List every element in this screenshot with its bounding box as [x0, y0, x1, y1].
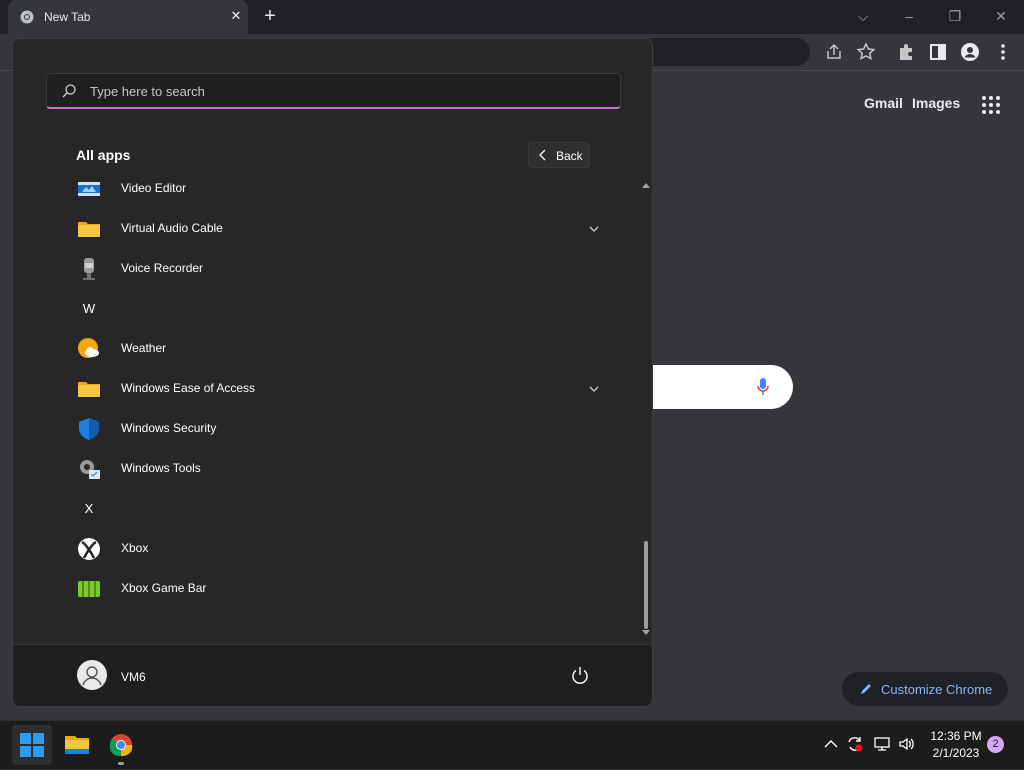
- app-name: Windows Ease of Access: [121, 381, 256, 395]
- sync-alert-icon[interactable]: [846, 735, 864, 753]
- tab-title: New Tab: [44, 10, 91, 24]
- network-icon[interactable]: [873, 735, 891, 753]
- windows-logo-icon: [20, 733, 44, 757]
- user-name[interactable]: VM6: [121, 670, 146, 684]
- close-window-button[interactable]: ✕: [989, 5, 1013, 27]
- chrome-menu-icon[interactable]: [993, 42, 1013, 62]
- app-name: Windows Tools: [121, 461, 201, 475]
- tab-new-tab[interactable]: New Tab ✕: [8, 0, 248, 34]
- file-explorer-button[interactable]: [57, 725, 97, 765]
- chrome-favicon-icon: [20, 10, 34, 24]
- notification-badge[interactable]: 2: [987, 736, 1004, 753]
- video-editor-icon: [78, 182, 100, 196]
- customize-chrome-button[interactable]: Customize Chrome: [842, 672, 1008, 706]
- app-item-video-editor[interactable]: Video Editor: [69, 171, 599, 207]
- chevron-down-icon[interactable]: [587, 382, 601, 396]
- user-avatar[interactable]: [77, 660, 107, 690]
- start-menu-footer: VM6: [13, 644, 652, 706]
- scroll-up-arrow-icon[interactable]: [642, 181, 650, 189]
- weather-icon: [78, 338, 99, 358]
- tab-search-chevron-icon[interactable]: ⌵: [851, 5, 875, 27]
- running-indicator: [118, 762, 124, 765]
- start-menu: Type here to search All apps Back Video …: [12, 38, 653, 707]
- letter-header-w[interactable]: W: [69, 291, 105, 327]
- show-hidden-icons-chevron-icon[interactable]: [822, 735, 840, 753]
- back-button[interactable]: Back: [528, 142, 590, 168]
- microphone-icon: [83, 258, 95, 280]
- extensions-icon[interactable]: [896, 42, 916, 62]
- shield-icon: [79, 418, 99, 440]
- restore-button[interactable]: ❐: [943, 5, 967, 27]
- start-button[interactable]: [12, 725, 52, 765]
- scroll-thumb[interactable]: [644, 541, 648, 629]
- clock-time[interactable]: 12:36 PM: [926, 729, 986, 743]
- chrome-taskbar-button[interactable]: [101, 725, 141, 765]
- xbox-icon: [78, 538, 100, 560]
- app-item-weather[interactable]: Weather: [69, 331, 599, 367]
- bookmark-star-icon[interactable]: [856, 42, 876, 62]
- folder-icon: [78, 382, 100, 397]
- letter-label: W: [82, 301, 96, 316]
- app-name: Weather: [121, 341, 167, 355]
- app-item-windows-tools[interactable]: Windows Tools: [69, 451, 599, 487]
- game-bar-icon: [78, 581, 100, 597]
- all-apps-title: All apps: [76, 147, 131, 163]
- share-icon[interactable]: [824, 42, 844, 62]
- profile-icon[interactable]: [960, 42, 980, 62]
- side-panel-icon[interactable]: [928, 42, 948, 62]
- file-explorer-icon: [65, 736, 89, 754]
- app-name: Virtual Audio Cable: [121, 221, 223, 235]
- app-name: Windows Security: [121, 421, 217, 435]
- scroll-down-arrow-icon[interactable]: [642, 629, 650, 637]
- user-avatar-icon: [82, 666, 102, 686]
- app-name: Video Editor: [121, 181, 187, 195]
- power-icon[interactable]: [569, 665, 591, 687]
- minimize-button[interactable]: –: [897, 5, 921, 27]
- gmail-link[interactable]: Gmail: [864, 95, 903, 111]
- app-list-scrollbar[interactable]: [641, 179, 651, 639]
- all-apps-list[interactable]: Video Editor Virtual Audio Cable Voice R…: [13, 171, 643, 643]
- voice-search-mic-icon[interactable]: [756, 377, 770, 397]
- search-placeholder: Type here to search: [90, 84, 205, 99]
- app-name: Voice Recorder: [121, 261, 204, 275]
- chevron-left-icon: [539, 149, 546, 161]
- tools-gear-icon: [80, 460, 100, 479]
- pencil-icon: [861, 684, 871, 694]
- app-item-virtual-audio-cable[interactable]: Virtual Audio Cable: [69, 211, 599, 247]
- google-apps-grid-icon[interactable]: [981, 95, 1001, 115]
- start-search-input[interactable]: Type here to search: [46, 73, 621, 109]
- app-item-voice-recorder[interactable]: Voice Recorder: [69, 251, 599, 287]
- chrome-icon: [109, 734, 133, 757]
- close-tab-icon[interactable]: ✕: [228, 8, 244, 24]
- taskbar: 12:36 PM 2/1/2023 2: [0, 720, 1024, 769]
- app-item-xbox-game-bar[interactable]: Xbox Game Bar: [69, 571, 599, 607]
- letter-header-x[interactable]: X: [69, 491, 105, 527]
- new-tab-button[interactable]: +: [260, 6, 280, 26]
- app-name: Xbox: [121, 541, 149, 555]
- volume-icon[interactable]: [898, 735, 916, 753]
- back-label: Back: [556, 149, 583, 163]
- app-item-xbox[interactable]: Xbox: [69, 531, 599, 567]
- app-name: Xbox Game Bar: [121, 581, 207, 595]
- clock-date[interactable]: 2/1/2023: [926, 746, 986, 760]
- folder-icon: [78, 222, 100, 237]
- app-item-windows-ease-of-access[interactable]: Windows Ease of Access: [69, 371, 599, 407]
- letter-label: X: [84, 501, 94, 516]
- chevron-down-icon[interactable]: [587, 222, 601, 236]
- app-item-windows-security[interactable]: Windows Security: [69, 411, 599, 447]
- images-link[interactable]: Images: [912, 95, 960, 111]
- tab-strip: New Tab ✕ + ⌵ – ❐ ✕: [0, 0, 1024, 34]
- search-icon: [62, 84, 76, 98]
- customize-chrome-label: Customize Chrome: [881, 682, 993, 697]
